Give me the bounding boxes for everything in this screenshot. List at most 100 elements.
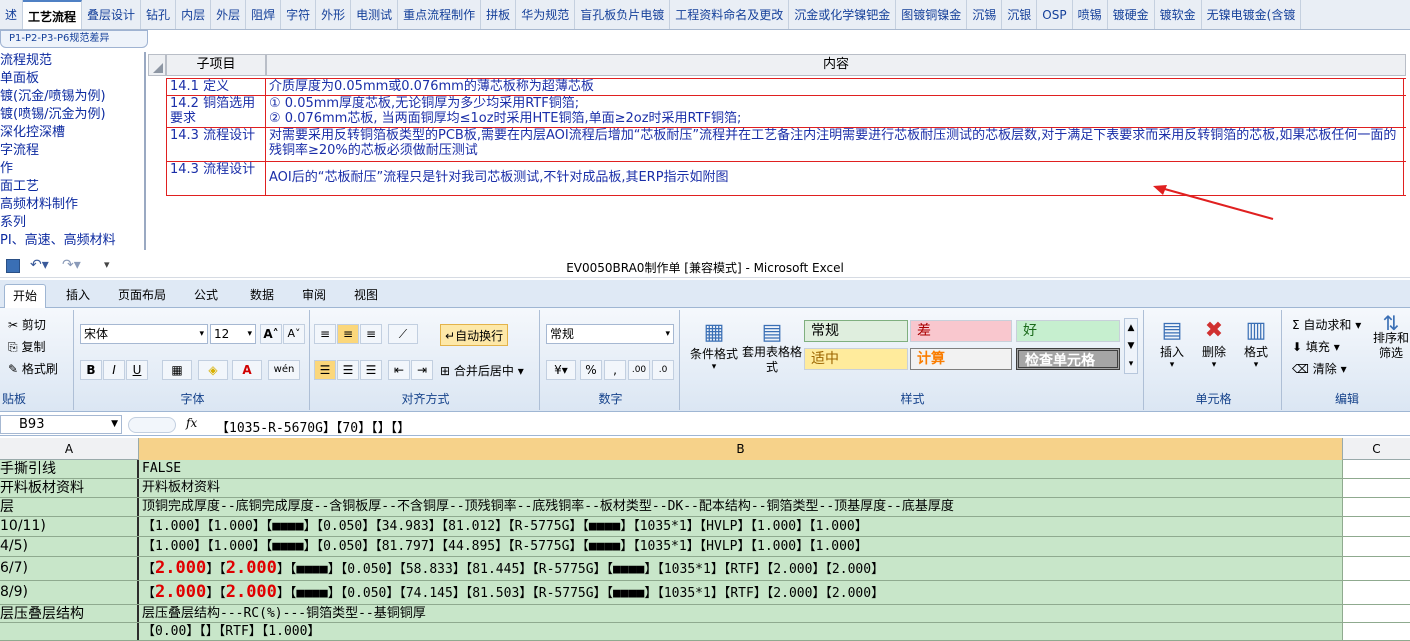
cell-c[interactable]: [1343, 623, 1410, 640]
cell-c[interactable]: [1343, 581, 1410, 604]
top-tab[interactable]: 钻孔: [141, 0, 177, 29]
cell-b[interactable]: 层压叠层结构---RC(%)---铜箔类型--基铜铜厚: [139, 605, 1343, 622]
conditional-format-button[interactable]: ▦ 条件格式 ▾: [686, 320, 742, 372]
style-normal[interactable]: 常规: [804, 320, 908, 342]
phonetic-icon[interactable]: wén: [268, 360, 300, 380]
align-right-icon[interactable]: ☰: [360, 360, 382, 380]
number-format-select[interactable]: 常规 ▾: [546, 324, 674, 344]
shrink-font-icon[interactable]: A˅: [283, 324, 305, 344]
top-tab[interactable]: 叠层设计: [82, 0, 142, 29]
cell-c[interactable]: [1343, 479, 1410, 497]
cell-b[interactable]: FALSE: [139, 460, 1343, 478]
left-nav-item[interactable]: 作: [0, 160, 144, 178]
style-calculation[interactable]: 计算: [910, 348, 1012, 370]
top-tab[interactable]: 工艺流程: [23, 0, 83, 29]
cell-c[interactable]: [1343, 557, 1410, 580]
grow-font-icon[interactable]: A˄: [260, 324, 282, 344]
select-all-corner[interactable]: [148, 54, 166, 76]
delete-cells-button[interactable]: ✖ 删除 ▾: [1194, 318, 1234, 370]
cell-a[interactable]: 层压叠层结构: [0, 605, 139, 622]
italic-icon[interactable]: I: [103, 360, 125, 380]
font-size-select[interactable]: 12 ▾: [210, 324, 256, 344]
top-tab[interactable]: 内层: [176, 0, 212, 29]
ribbon-tab[interactable]: 插入: [58, 284, 98, 308]
align-bottom-icon[interactable]: ≡: [360, 324, 382, 344]
top-tab[interactable]: 华为规范: [516, 0, 576, 29]
left-nav-item[interactable]: 高频材料制作: [0, 196, 144, 214]
decrease-indent-icon[interactable]: ⇤: [388, 360, 410, 380]
cell-a[interactable]: 层: [0, 498, 139, 516]
style-good[interactable]: 好: [1016, 320, 1120, 342]
currency-icon[interactable]: ¥▾: [546, 360, 576, 380]
ribbon-tab[interactable]: 数据: [242, 284, 282, 308]
ribbon-tab[interactable]: 开始: [4, 284, 47, 308]
percent-icon[interactable]: %: [580, 360, 602, 380]
clear-button[interactable]: ⌫ 清除 ▾: [1292, 360, 1347, 377]
style-neutral[interactable]: 适中: [804, 348, 908, 370]
sort-filter-button[interactable]: ⇅ 排序和筛选: [1372, 313, 1410, 361]
cell-a[interactable]: 6/7): [0, 557, 139, 580]
merge-center-button[interactable]: ⊞ 合并后居中 ▾: [440, 362, 524, 379]
formula-input[interactable]: 【1035-R-5670G】【70】【】【】: [216, 417, 410, 436]
orientation-icon[interactable]: ⟋: [388, 324, 418, 344]
cell-a[interactable]: 开料板材资料: [0, 479, 139, 497]
align-left-icon[interactable]: ☰: [314, 360, 336, 380]
top-tab[interactable]: 图镀铜镍金: [896, 0, 968, 29]
column-header-b[interactable]: B: [139, 438, 1343, 460]
top-tab[interactable]: 重点流程制作: [398, 0, 482, 29]
copy-button[interactable]: ⎘ 复制: [8, 338, 45, 355]
left-nav-item[interactable]: 字流程: [0, 142, 144, 160]
format-painter-button[interactable]: ✎ 格式刷: [8, 360, 58, 377]
left-nav-item[interactable]: 镀(喷锡/沉金为例): [0, 106, 144, 124]
cut-button[interactable]: ✂ 剪切: [8, 316, 46, 333]
cell-b[interactable]: 【1.000】【1.000】【■■■■】【0.050】【81.797】【44.8…: [139, 537, 1343, 556]
top-tab[interactable]: 外层: [211, 0, 247, 29]
top-tab[interactable]: 镀软金: [1155, 0, 1202, 29]
top-tab[interactable]: 沉金或化学镍钯金: [789, 0, 897, 29]
font-name-select[interactable]: 宋体 ▾: [80, 324, 208, 344]
cell-c[interactable]: [1343, 517, 1410, 536]
left-nav-item[interactable]: 镀(沉金/喷锡为例): [0, 88, 144, 106]
top-tab[interactable]: 字符: [281, 0, 317, 29]
cell-b[interactable]: 【1.000】【1.000】【■■■■】【0.050】【34.983】【81.0…: [139, 517, 1343, 536]
top-tab[interactable]: 喷锡: [1073, 0, 1108, 29]
name-box[interactable]: B93 ▼: [0, 415, 122, 434]
styles-scroll[interactable]: ▲ ▼ ▾: [1124, 318, 1138, 374]
borders-icon[interactable]: ▦: [162, 360, 192, 380]
comma-icon[interactable]: ,: [604, 360, 626, 380]
ribbon-tab[interactable]: 公式: [186, 284, 226, 308]
top-tab[interactable]: 工程资料命名及更改: [670, 0, 790, 29]
top-tab[interactable]: 沉银: [1002, 0, 1038, 29]
top-tab[interactable]: 拼板: [481, 0, 517, 29]
cell-b[interactable]: 【2.000】【2.000】【■■■■】【0.050】【58.833】【81.4…: [139, 557, 1343, 580]
function-icon[interactable]: fx: [186, 416, 197, 430]
cell-b[interactable]: 【2.000】【2.000】【■■■■】【0.050】【74.145】【81.5…: [139, 581, 1343, 604]
top-tab[interactable]: 沉锡: [967, 0, 1003, 29]
top-tab[interactable]: 阻焊: [246, 0, 282, 29]
formula-bar-splitter[interactable]: [128, 417, 176, 433]
cell-a[interactable]: 8/9): [0, 581, 139, 604]
cell-a[interactable]: [0, 623, 139, 640]
increase-decimal-icon[interactable]: .00: [628, 360, 650, 380]
column-header-c[interactable]: C: [1343, 438, 1410, 460]
cell-b[interactable]: 开料板材资料: [139, 479, 1343, 497]
align-middle-icon[interactable]: ≡: [337, 324, 359, 344]
style-bad[interactable]: 差: [910, 320, 1012, 342]
top-tab[interactable]: 外形: [316, 0, 352, 29]
style-check-cell[interactable]: 检查单元格: [1016, 348, 1120, 370]
autosum-button[interactable]: Σ 自动求和 ▾: [1292, 316, 1361, 333]
cell-c[interactable]: [1343, 460, 1410, 478]
cell-a[interactable]: 4/5): [0, 537, 139, 556]
align-center-icon[interactable]: ☰: [337, 360, 359, 380]
top-tab[interactable]: 述: [0, 0, 24, 29]
cell-b[interactable]: 【0.00】【】【RTF】【1.000】: [139, 623, 1343, 640]
align-top-icon[interactable]: ≡: [314, 324, 336, 344]
top-tab[interactable]: 电测试: [351, 0, 399, 29]
cell-c[interactable]: [1343, 537, 1410, 556]
top-tab[interactable]: 盲孔板负片电镀: [575, 0, 671, 29]
left-nav-item[interactable]: 单面板: [0, 70, 144, 88]
sub-tab[interactable]: P1-P2-P3-P6规范差异: [0, 30, 148, 48]
cell-b[interactable]: 顶铜完成厚度--底铜完成厚度--含铜板厚--不含铜厚--顶残铜率--底残铜率--…: [139, 498, 1343, 516]
left-nav-item[interactable]: 系列: [0, 214, 144, 232]
left-nav-item[interactable]: 深化控深槽: [0, 124, 144, 142]
